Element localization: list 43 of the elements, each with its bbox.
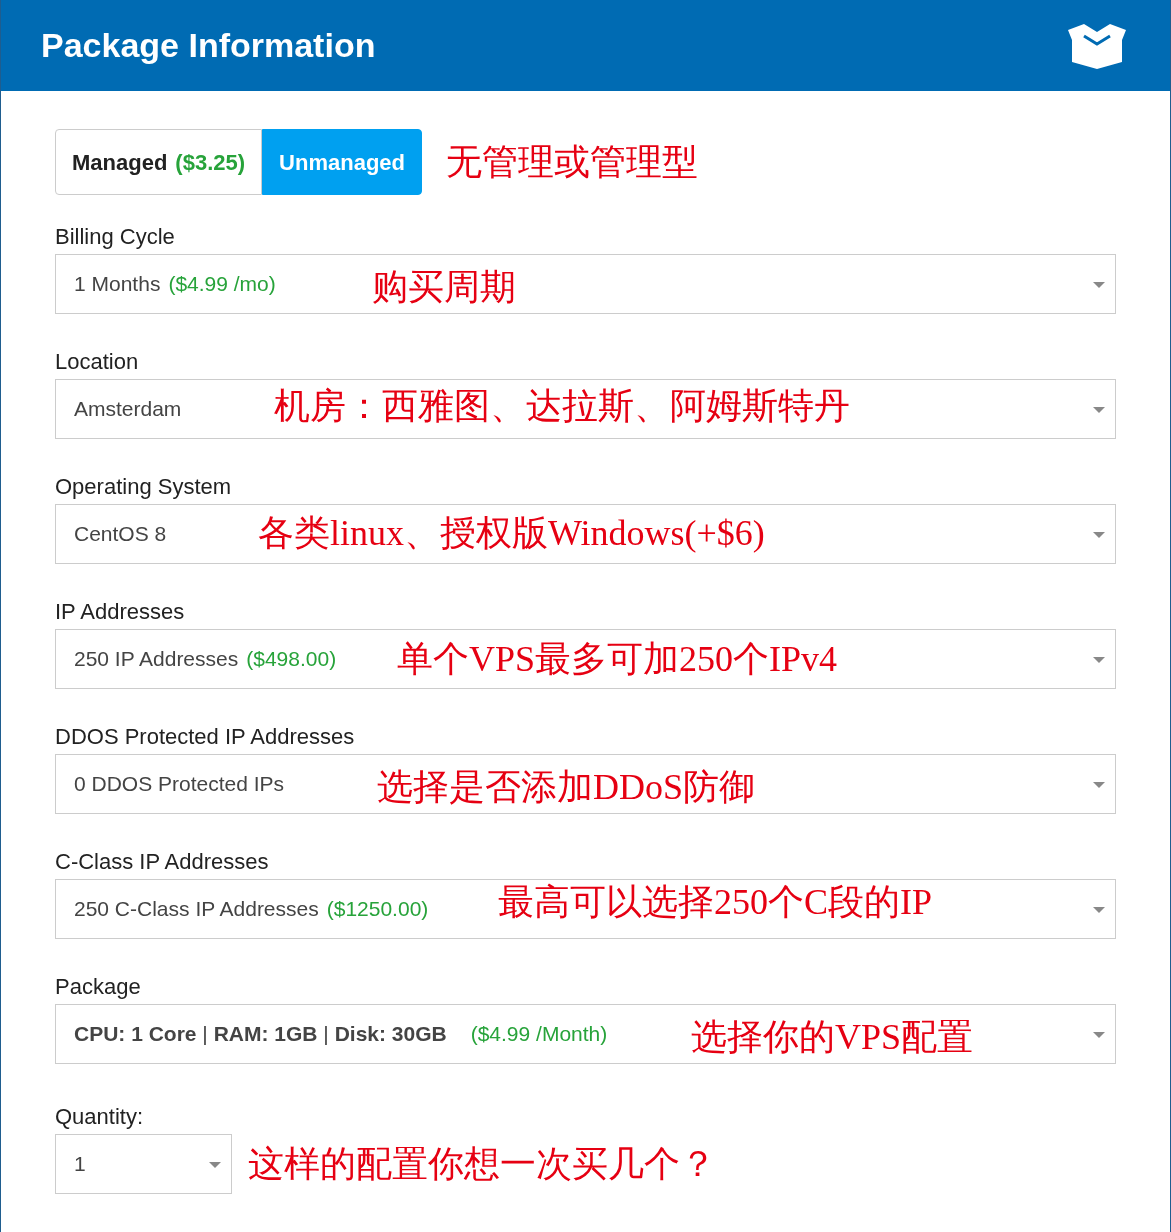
dropdown[interactable]: 1 Months ($4.99 /mo) 购买周期 [55,254,1116,314]
annotation: 各类linux、授权版Windows(+$6) [258,515,765,551]
dropdown-value: CentOS 8 [74,521,167,548]
dropdown[interactable]: 250 C-Class IP Addresses ($1250.00) 最高可以选择250个C段的IP [55,879,1116,939]
annotation: 这样的配置你想一次买几个？ [248,1146,716,1182]
panel-title: Package Information [41,25,376,66]
toggle-button[interactable]: Managed ($3.25) [55,129,263,195]
field-label: DDOS Protected IP Addresses [55,723,356,751]
dropdown-value: 1 [74,1151,86,1178]
caret-icon [1093,407,1105,413]
dropdown[interactable]: CentOS 8 各类linux、授权版Windows(+$6) [55,504,1116,564]
dropdown-value: Amsterdam [74,396,182,423]
dropdown-value: 250 C-Class IP Addresses ($1250.00) [74,896,429,923]
dropdown-value: 0 DDOS Protected IPs [74,771,285,798]
dropdown[interactable]: 250 IP Addresses ($498.00) 单个VPS最多可加250个IPv4 [55,629,1116,689]
quantity-dropdown[interactable]: 1 [55,1134,232,1194]
dropdown-value: 1 Months ($4.99 /mo) [74,271,276,298]
dropdown[interactable]: CPU: 1 Core | RAM: 1GB | Disk: 30GB ($4.99 /Month) 选择你的VPS配置 [55,1004,1116,1064]
dropdown-value: 250 IP Addresses ($498.00) [74,646,337,673]
annotation: 购买周期 [372,269,516,305]
field-label: Operating System [55,473,233,501]
annotation: 无管理或管理型 [446,144,698,180]
caret-icon [1093,282,1105,288]
caret-icon [1093,532,1105,538]
annotation: 最高可以选择250个C段的IP [498,884,933,920]
field-label: Location [55,348,140,376]
annotation: 单个VPS最多可加250个IPv4 [397,641,838,677]
dropdown[interactable]: 0 DDOS Protected IPs 选择是否添加DDoS防御 [55,754,1116,814]
field-label: C-Class IP Addresses [55,848,270,876]
field-label: Billing Cycle [55,223,176,251]
field-label: Quantity: [55,1103,145,1131]
dropdown-value: CPU: 1 Core | RAM: 1GB | Disk: 30GB ($4.99 /Month) [74,1021,608,1048]
caret-icon [1093,782,1105,788]
caret-icon [1093,657,1105,663]
field-label: IP Addresses [55,598,186,626]
annotation: 机房：西雅图、达拉斯、阿姆斯特丹 [274,388,850,424]
caret-icon [1093,1032,1105,1038]
caret-icon [209,1162,221,1168]
annotation: 选择你的VPS配置 [691,1019,974,1055]
dropdown[interactable]: Amsterdam 机房：西雅图、达拉斯、阿姆斯特丹 [55,379,1116,439]
field-label: Package [55,973,142,1001]
caret-icon [1093,907,1105,913]
annotation: 选择是否添加DDoS防御 [377,769,756,805]
